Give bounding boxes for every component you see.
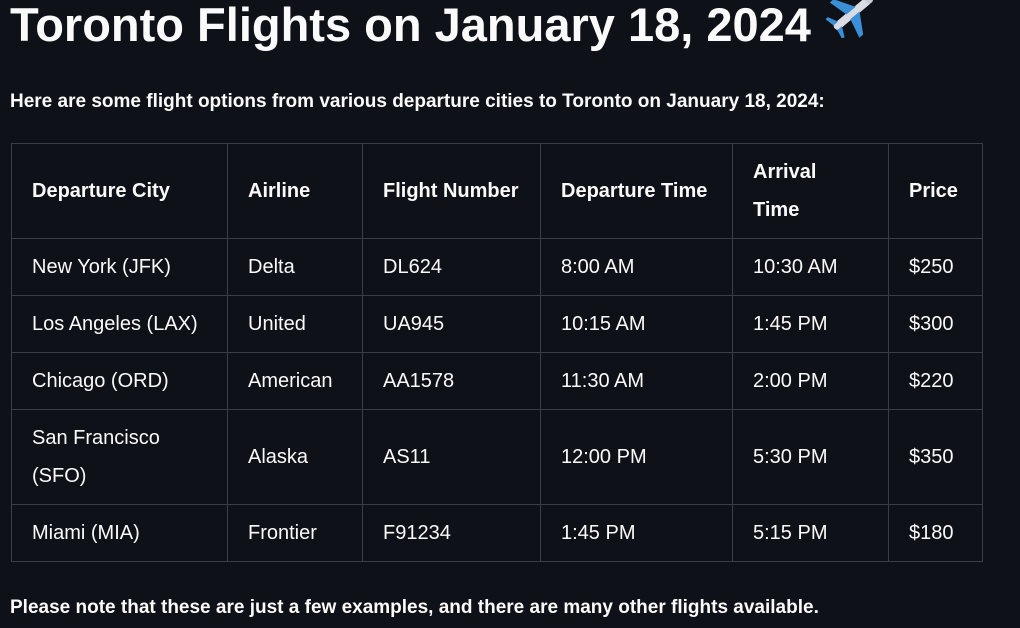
cell-airline: United bbox=[227, 295, 363, 353]
cell-airline: American bbox=[227, 352, 363, 410]
cell-price: $300 bbox=[888, 295, 983, 353]
cell-airline: Frontier bbox=[227, 504, 363, 562]
table-row: New York (JFK) Delta DL624 8:00 AM 10:30… bbox=[11, 238, 983, 296]
header-arrival-time: Arrival Time bbox=[732, 143, 889, 239]
table-row: Miami (MIA) Frontier F91234 1:45 PM 5:15… bbox=[11, 504, 983, 562]
page-title: Toronto Flights on January 18, 2024 bbox=[10, 0, 881, 61]
header-price: Price bbox=[888, 143, 983, 239]
cell-arrival-time: 10:30 AM bbox=[732, 238, 889, 296]
cell-flight-number: UA945 bbox=[362, 295, 541, 353]
header-airline: Airline bbox=[227, 143, 363, 239]
cell-flight-number: AS11 bbox=[362, 409, 541, 505]
table-row: Chicago (ORD) American AA1578 11:30 AM 2… bbox=[11, 352, 983, 410]
cell-departure-city: Los Angeles (LAX) bbox=[11, 295, 228, 353]
table-header-row: Departure City Airline Flight Number Dep… bbox=[11, 143, 983, 239]
cell-flight-number: F91234 bbox=[362, 504, 541, 562]
cell-arrival-time: 5:15 PM bbox=[732, 504, 889, 562]
cell-price: $350 bbox=[888, 409, 983, 505]
cell-price: $180 bbox=[888, 504, 983, 562]
cell-departure-time: 8:00 AM bbox=[540, 238, 733, 296]
cell-departure-city: San Francisco (SFO) bbox=[11, 409, 228, 505]
cell-flight-number: AA1578 bbox=[362, 352, 541, 410]
table-row: Los Angeles (LAX) United UA945 10:15 AM … bbox=[11, 295, 983, 353]
cell-arrival-time: 2:00 PM bbox=[732, 352, 889, 410]
cell-departure-city: Chicago (ORD) bbox=[11, 352, 228, 410]
airplane-icon bbox=[825, 0, 881, 53]
cell-departure-city: New York (JFK) bbox=[11, 238, 228, 296]
header-departure-time: Departure Time bbox=[540, 143, 733, 239]
cell-departure-time: 12:00 PM bbox=[540, 409, 733, 505]
cell-arrival-time: 5:30 PM bbox=[732, 409, 889, 505]
flights-table: Departure City Airline Flight Number Dep… bbox=[11, 143, 983, 562]
cell-departure-city: Miami (MIA) bbox=[11, 504, 228, 562]
page-title-text: Toronto Flights on January 18, 2024 bbox=[10, 0, 811, 51]
cell-flight-number: DL624 bbox=[362, 238, 541, 296]
cell-arrival-time: 1:45 PM bbox=[732, 295, 889, 353]
cell-departure-time: 10:15 AM bbox=[540, 295, 733, 353]
intro-text: Here are some flight options from variou… bbox=[10, 91, 825, 112]
cell-departure-time: 1:45 PM bbox=[540, 504, 733, 562]
cell-price: $220 bbox=[888, 352, 983, 410]
cell-price: $250 bbox=[888, 238, 983, 296]
cell-airline: Delta bbox=[227, 238, 363, 296]
cell-departure-time: 11:30 AM bbox=[540, 352, 733, 410]
header-departure-city: Departure City bbox=[11, 143, 228, 239]
cell-airline: Alaska bbox=[227, 409, 363, 505]
header-flight-number: Flight Number bbox=[362, 143, 541, 239]
table-row: San Francisco (SFO) Alaska AS11 12:00 PM… bbox=[11, 409, 983, 505]
footnote-text: Please note that these are just a few ex… bbox=[10, 597, 819, 618]
